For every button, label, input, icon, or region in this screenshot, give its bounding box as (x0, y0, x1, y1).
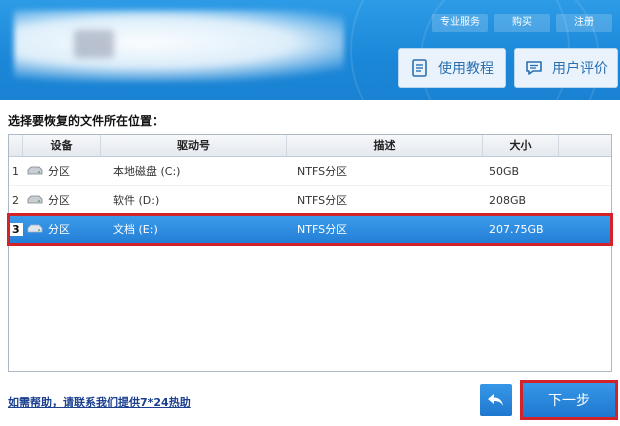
device-cell: 分区 (23, 192, 101, 208)
column-header-size[interactable]: 大小 (483, 135, 559, 156)
app-logo (14, 10, 344, 82)
register-link[interactable]: 注册 (556, 14, 612, 32)
back-button[interactable] (480, 384, 512, 416)
description-cell: NTFS分区 (297, 165, 348, 178)
drive-cell: 软件 (D:) (113, 194, 160, 207)
tutorial-label: 使用教程 (438, 61, 494, 77)
row-index: 1 (12, 164, 19, 178)
return-arrow-icon (488, 394, 503, 406)
footer-bar: 如需帮助，请联系我们提供7*24热助 下一步 (0, 378, 620, 426)
reviews-label: 用户评价 (552, 61, 608, 77)
instruction-text: 选择要恢复的文件所在位置： (8, 114, 165, 128)
device-cell: 分区 (23, 221, 101, 237)
device-cell: 分区 (23, 163, 101, 179)
book-icon (412, 59, 427, 77)
size-cell: 50GB (489, 164, 520, 178)
disk-icon (27, 195, 43, 204)
table-row[interactable]: 2 分区 软件 (D:) NTFS分区 208GB (9, 186, 611, 215)
reviews-button[interactable]: 用户评价 (514, 48, 618, 88)
disk-icon (27, 166, 43, 175)
size-cell: 207.75GB (489, 222, 544, 236)
size-cell: 208GB (489, 193, 527, 207)
column-header-device[interactable]: 设备 (23, 135, 101, 156)
description-cell: NTFS分区 (297, 194, 348, 207)
table-header: 设备 驱动号 描述 大小 (9, 135, 611, 157)
drive-cell: 文档 (E:) (113, 223, 158, 236)
table-row-selected[interactable]: 3 分区 文档 (E:) NTFS分区 207.75GB (7, 213, 613, 246)
device-label: 分区 (48, 165, 70, 178)
row-index: 3 (9, 222, 23, 236)
partition-table: 设备 驱动号 描述 大小 1 分区 本地磁盘 (C:) NTFS分区 50GB … (7, 134, 613, 372)
buy-link[interactable]: 购买 (494, 14, 550, 32)
drive-cell: 本地磁盘 (C:) (113, 165, 181, 178)
tutorial-button[interactable]: 使用教程 (398, 48, 506, 88)
help-link[interactable]: 如需帮助，请联系我们提供7*24热助 (8, 394, 191, 410)
column-header-drive[interactable]: 驱动号 (101, 135, 287, 156)
next-step-button[interactable]: 下一步 (520, 380, 618, 420)
device-label: 分区 (48, 223, 70, 236)
column-header-index (9, 135, 23, 156)
column-header-description[interactable]: 描述 (287, 135, 483, 156)
table-row[interactable]: 1 分区 本地磁盘 (C:) NTFS分区 50GB (9, 157, 611, 186)
app-header: 专业服务 购买 注册 使用教程 用户评价 (0, 0, 620, 100)
description-cell: NTFS分区 (297, 223, 348, 236)
chat-icon (526, 61, 542, 75)
top-links: 专业服务 购买 注册 (432, 14, 612, 32)
device-label: 分区 (48, 194, 70, 207)
pro-service-link[interactable]: 专业服务 (432, 14, 488, 32)
disk-icon (27, 224, 43, 233)
row-index: 2 (12, 193, 19, 207)
